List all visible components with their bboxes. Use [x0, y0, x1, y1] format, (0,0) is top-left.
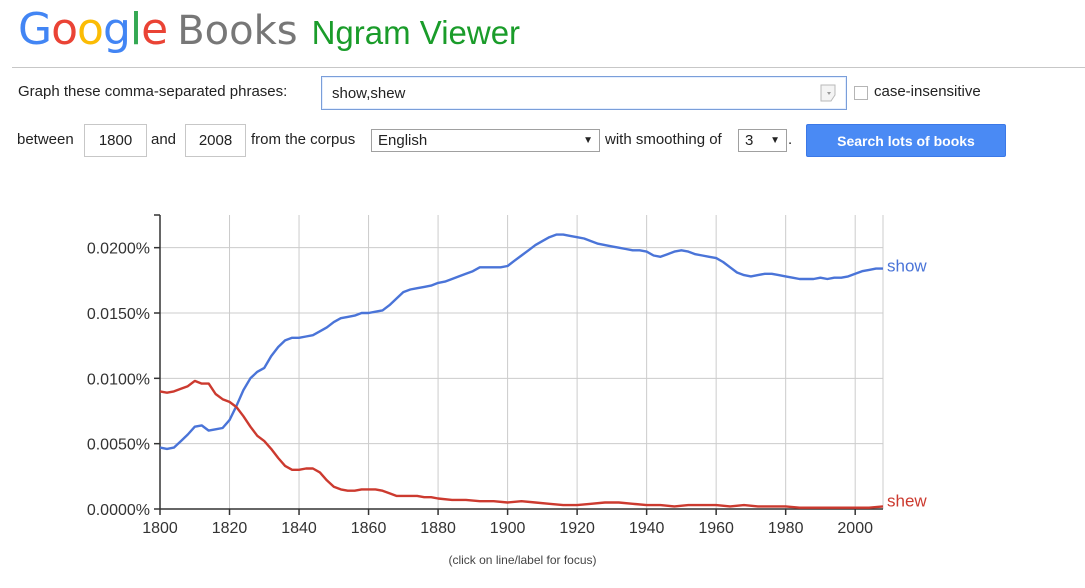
year-start-input[interactable]: 1800 [84, 124, 147, 157]
year-end-input[interactable]: 2008 [185, 124, 246, 157]
google-logo-letters: Google [18, 4, 168, 55]
ngram-chart[interactable]: 0.0000% 0.0050% 0.0100% 0.0150% 0.0200% 1800 1… [0, 195, 1085, 555]
y-tick-label: 0.0050% [87, 437, 150, 454]
google-logo-letter: o [51, 4, 78, 55]
smoothing-value: 3 [745, 132, 754, 149]
x-tick-label: 1920 [559, 520, 595, 537]
year-end-value: 2008 [198, 132, 233, 149]
phrases-label: Graph these comma-separated phrases: [18, 83, 288, 100]
x-tick-label: 1820 [212, 520, 248, 537]
chevron-down-icon: ▼ [770, 135, 780, 146]
input-tools-icon[interactable] [820, 84, 836, 106]
series-label-show[interactable]: show [887, 257, 927, 276]
phrases-input[interactable]: show,shew [321, 76, 847, 110]
case-insensitive-label[interactable]: case-insensitive [874, 83, 981, 100]
x-tick-label: 2000 [837, 520, 873, 537]
search-button[interactable]: Search lots of books [806, 124, 1006, 157]
year-start-value: 1800 [98, 132, 133, 149]
x-tick-label: 1880 [420, 520, 456, 537]
smoothing-select[interactable]: 3 ▼ [738, 129, 787, 152]
period-text: . [788, 131, 793, 148]
smoothing-label: with smoothing of [605, 131, 722, 148]
y-tick-label: 0.0150% [87, 306, 150, 323]
google-logo-letter: o [77, 4, 104, 55]
x-tick-label: 1960 [698, 520, 734, 537]
chart-caption: (click on line/label for focus) [448, 553, 597, 567]
y-tick-label: 0.0000% [87, 502, 150, 519]
header-divider [12, 67, 1085, 68]
google-logo-letter: l [129, 4, 142, 55]
corpus-select[interactable]: English ▼ [371, 129, 600, 152]
x-tick-label: 1800 [142, 520, 178, 537]
google-logo-letter: e [141, 4, 168, 55]
x-tick-label: 1900 [490, 520, 526, 537]
app-title: Ngram Viewer [311, 14, 521, 51]
corpus-label: from the corpus [251, 131, 356, 148]
y-tick-label: 0.0100% [87, 371, 150, 388]
google-logo-letter: g [102, 4, 131, 55]
google-books-logo[interactable]: Google Books Ngram Viewer [18, 4, 520, 64]
series-line-shew[interactable] [159, 379, 884, 509]
x-tick-label: 1940 [629, 520, 665, 537]
case-insensitive-checkbox[interactable] [854, 86, 868, 100]
x-tick-label: 1860 [351, 520, 387, 537]
and-label: and [151, 131, 177, 148]
books-logo-text: Books [177, 8, 298, 54]
y-tick-label: 0.0200% [87, 241, 150, 258]
chevron-down-icon: ▼ [583, 135, 593, 146]
series-label-shew[interactable]: shew [887, 491, 927, 510]
phrases-input-value: show,shew [332, 84, 406, 102]
corpus-value: English [378, 132, 428, 149]
between-label: between [17, 131, 74, 148]
x-tick-label: 1980 [768, 520, 804, 537]
x-tick-label: 1840 [281, 520, 317, 537]
google-logo-letter: G [18, 4, 52, 55]
series-line-show[interactable] [159, 233, 883, 451]
